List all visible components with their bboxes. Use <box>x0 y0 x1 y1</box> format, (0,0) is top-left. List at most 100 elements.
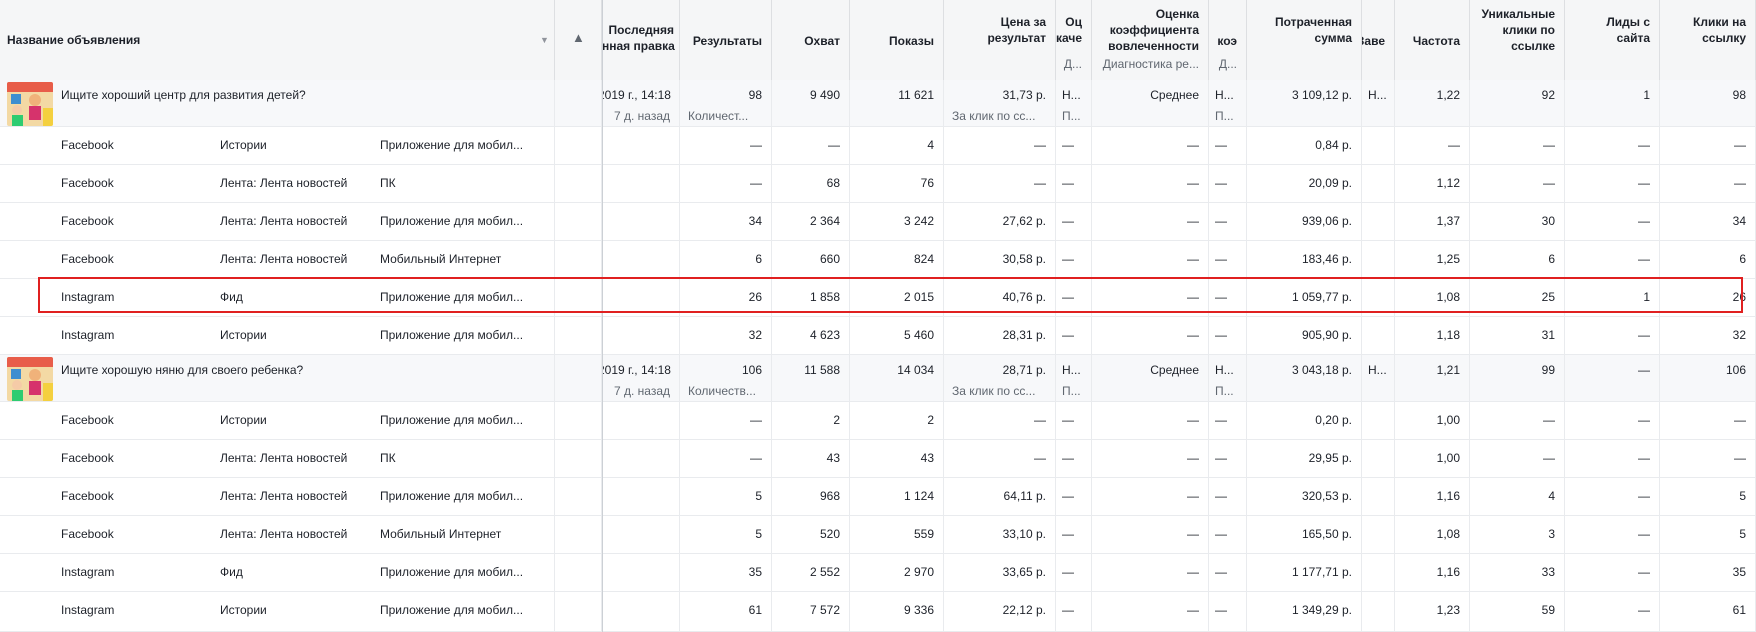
column-header-engagement[interactable]: Оценка коэффициента вовлеченности Диагности… <box>1092 0 1209 80</box>
cell-last_edit <box>602 279 680 316</box>
ad-row[interactable]: Ищите хорошую няню для своего ребенка? 20… <box>0 355 1756 402</box>
cell-value: 520 <box>819 527 840 541</box>
column-header-link_clicks[interactable]: Клики на ссылку <box>1660 0 1756 80</box>
cell-value: 6 <box>1739 252 1746 266</box>
cell-link_clicks: — <box>1660 127 1756 164</box>
cell-value: 3 043,18 р. <box>1291 363 1352 377</box>
cell-impressions: 11 621 <box>850 80 944 126</box>
cell-conv: — <box>1209 203 1247 240</box>
cell-quality: — <box>1056 592 1092 631</box>
cell-leads: — <box>1565 592 1660 631</box>
column-header-impressions[interactable]: Показы <box>850 0 944 80</box>
device-label: Приложение для мобил... <box>380 603 524 617</box>
column-header-reach[interactable]: Охват <box>772 0 850 80</box>
ad-name-cell: Facebook Лента: Лента новостей ПК <box>0 440 555 477</box>
cell-value: 1,25 <box>1436 252 1460 266</box>
ad-title-link[interactable]: Ищите хороший центр для развития детей? <box>61 88 306 102</box>
platform-label: Facebook <box>61 176 114 190</box>
column-header-end[interactable]: Заве <box>1362 0 1395 80</box>
device-label: Приложение для мобил... <box>380 214 524 228</box>
cell-value: 2 <box>833 413 840 427</box>
cell-value: 2019 г., 14:18 <box>602 88 671 102</box>
placement-row[interactable]: Instagram Фид Приложение для мобил... 35 2 5… <box>0 554 1756 592</box>
cell-value: — <box>1543 451 1555 465</box>
cell-value: 14 034 <box>897 363 934 377</box>
cell-freq: 1,18 <box>1395 317 1470 354</box>
placement-row[interactable]: Facebook Лента: Лента новостей Приложение … <box>0 478 1756 516</box>
cell-value: — <box>1062 527 1074 541</box>
cell-engagement: Среднее <box>1092 355 1209 401</box>
column-title: Оц каче <box>1056 15 1082 45</box>
warning-cell <box>555 402 602 439</box>
cell-value: 1,12 <box>1436 176 1460 190</box>
cell-value: 3 <box>1548 527 1555 541</box>
cell-quality: — <box>1056 478 1092 515</box>
ad-name-cell: Facebook Лента: Лента новостей Приложение … <box>0 478 555 515</box>
cell-engagement: — <box>1092 554 1209 591</box>
cell-results: — <box>680 165 772 202</box>
ad-name-cell: Facebook Истории Приложение для мобил... <box>0 127 555 164</box>
column-title: Результаты <box>692 34 762 48</box>
cell-value: 1,37 <box>1436 214 1460 228</box>
cell-reach: 1 858 <box>772 279 850 316</box>
cell-end <box>1362 203 1395 240</box>
cell-value: 1,22 <box>1436 88 1460 102</box>
placement-row[interactable]: Instagram Истории Приложение для мобил... 3… <box>0 317 1756 355</box>
placement-row[interactable]: Facebook Истории Приложение для мобил... — —… <box>0 127 1756 165</box>
cell-value: 26 <box>748 290 762 304</box>
column-header-cpr[interactable]: Цена за результат <box>944 0 1056 80</box>
cell-value: 61 <box>1732 603 1746 617</box>
placement-row[interactable]: Instagram Фид Приложение для мобил... 26 1 8… <box>0 279 1756 317</box>
cell-spent: 165,50 р. <box>1247 516 1362 553</box>
cell-unique_clicks: — <box>1470 165 1565 202</box>
cell-value: 29,95 р. <box>1308 451 1352 465</box>
cell-engagement: — <box>1092 127 1209 164</box>
cell-freq: 1,16 <box>1395 554 1470 591</box>
placement-row[interactable]: Facebook Лента: Лента новостей ПК — 68 76 — — — —… <box>0 165 1756 203</box>
cell-value: — <box>1062 565 1074 579</box>
cell-last_edit <box>602 554 680 591</box>
column-header-conv[interactable]: коэ Д... <box>1209 0 1247 80</box>
placement-row[interactable]: Facebook Лента: Лента новостей Приложение … <box>0 203 1756 241</box>
column-header-freq[interactable]: Частота <box>1395 0 1470 80</box>
placement-row[interactable]: Facebook Лента: Лента новостей ПК — 43 43 — — — —… <box>0 440 1756 478</box>
column-header-results[interactable]: Результаты <box>680 0 772 80</box>
cell-unique_clicks: 92 <box>1470 80 1565 126</box>
column-header-leads[interactable]: Лиды с сайта <box>1565 0 1660 80</box>
cell-value: 106 <box>741 363 762 377</box>
cell-value: — <box>1638 527 1650 541</box>
cell-value: 11 621 <box>898 88 934 102</box>
ad-thumbnail[interactable] <box>7 357 53 401</box>
placement-row[interactable]: Instagram Истории Приложение для мобил... 6… <box>0 592 1756 632</box>
cell-last_edit <box>602 165 680 202</box>
chevron-down-icon[interactable]: ▼ <box>540 35 549 45</box>
cell-link_clicks: 5 <box>1660 478 1756 515</box>
cell-end: Н... <box>1362 80 1395 126</box>
column-title: Потраченная сумма <box>1274 15 1352 45</box>
cell-value: 5 <box>1739 489 1746 503</box>
placement-row[interactable]: Facebook Истории Приложение для мобил... — 2… <box>0 402 1756 440</box>
cell-link_clicks: 34 <box>1660 203 1756 240</box>
column-header-ad-name[interactable]: Название объявления ▼ <box>0 0 555 80</box>
placement-row[interactable]: Facebook Лента: Лента новостей Мобильный И… <box>0 241 1756 279</box>
cell-leads: — <box>1565 127 1660 164</box>
column-header-quality[interactable]: Оц каче Д... <box>1056 0 1092 80</box>
column-header-unique_clicks[interactable]: Уникальные клики по ссылке <box>1470 0 1565 80</box>
placement-row[interactable]: Facebook Лента: Лента новостей Мобильный И… <box>0 516 1756 554</box>
ad-row[interactable]: Ищите хороший центр для развития детей? 2… <box>0 80 1756 127</box>
column-header-warnings[interactable]: ▲ <box>555 0 602 80</box>
cell-results: 34 <box>680 203 772 240</box>
cell-conv: — <box>1209 516 1247 553</box>
cell-reach: 2 552 <box>772 554 850 591</box>
cell-value: — <box>1062 451 1074 465</box>
column-header-spent[interactable]: Потраченная сумма <box>1247 0 1362 80</box>
cell-value: — <box>1215 290 1227 304</box>
cell-value: — <box>1638 138 1650 152</box>
device-label: Приложение для мобил... <box>380 138 524 152</box>
ad-thumbnail[interactable] <box>7 82 53 126</box>
column-header-last_edit[interactable]: Последняя нная правка <box>602 0 680 80</box>
cell-conv: — <box>1209 279 1247 316</box>
ad-title-link[interactable]: Ищите хорошую няню для своего ребенка? <box>61 363 303 377</box>
cell-value: 1,00 <box>1436 413 1460 427</box>
cell-value: — <box>1638 252 1650 266</box>
